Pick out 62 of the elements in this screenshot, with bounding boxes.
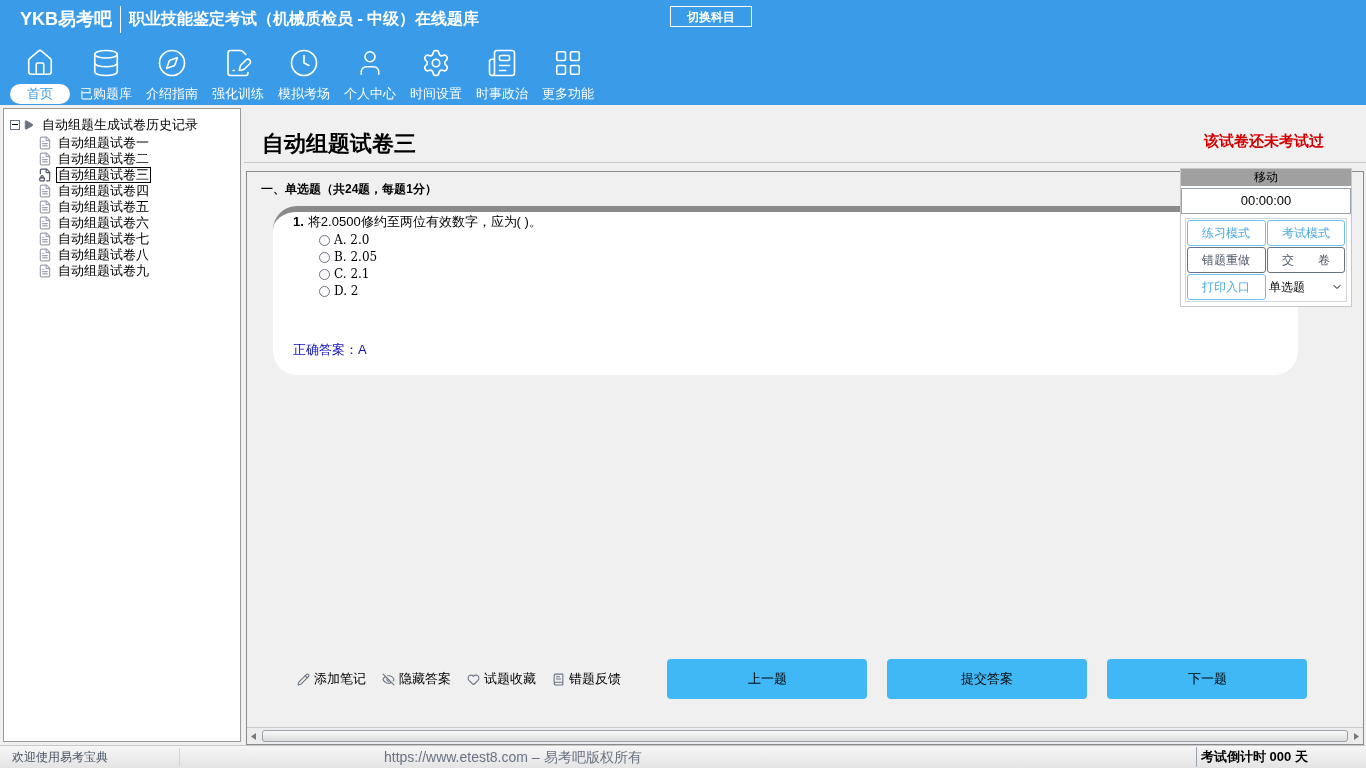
section-heading: 一、单选题（共24题，每题1分） [261,181,439,198]
tree-item[interactable]: 自动组题试卷三 [56,166,151,183]
eye-off-icon [382,672,395,686]
clock-icon [289,48,319,78]
question-text: 将2.0500修约至两位有效数字，应为( )。 [307,213,542,231]
option-label: A. 2.0 [334,232,370,249]
copyright-text: https://www.etest8.com – 易考吧版权所有 [384,747,642,767]
option-label: D. 2 [334,283,359,300]
question-number: 1. [293,213,304,231]
paper-title: 自动组题试卷三 [262,130,416,158]
file-icon [38,215,52,230]
tool-link[interactable]: 试题收藏 [467,669,536,689]
file-icon [38,167,52,182]
action-button[interactable]: 下一题 [1107,659,1307,699]
pencil-icon [297,672,310,686]
panel-drag-bar[interactable]: 移动 [1181,169,1351,186]
heart-icon [467,672,480,686]
file-icon [38,199,52,214]
tree-item[interactable]: 自动组题试卷七 [56,230,151,247]
panel-button[interactable]: 错题重做 [1187,247,1266,273]
tree-item[interactable]: 自动组题试卷六 [56,214,151,231]
tree-item[interactable]: 自动组题试卷一 [56,134,151,151]
tree-root-label[interactable]: 自动组题生成试卷历史记录 [42,115,198,135]
scroll-left-icon[interactable] [251,732,256,740]
home-icon [25,48,55,78]
compass-icon [157,48,187,78]
panel-button[interactable]: 交 卷 [1266,247,1345,273]
file-icon [38,183,52,198]
tool-link[interactable]: 错题反馈 [552,669,621,689]
tree-item[interactable]: 自动组题试卷五 [56,198,151,215]
tool-link[interactable]: 隐藏答案 [382,669,451,689]
tree-item[interactable]: 自动组题试卷二 [56,150,151,167]
timer-display: 00:00:00 [1181,188,1351,214]
welcome-text: 欢迎使用易考宝典 [0,748,180,766]
file-icon [38,135,52,150]
scroll-right-icon[interactable] [1354,732,1359,740]
question-type-dropdown[interactable]: 单选题 [1266,274,1345,300]
logo: YKB易考吧 [20,5,121,33]
answer-label: 正确答案： [293,340,358,359]
tree-item[interactable]: 自动组题试卷九 [56,262,151,279]
option-label: C. 2.1 [334,266,370,283]
database-icon [91,48,121,78]
horizontal-scrollbar[interactable] [247,727,1363,744]
file-icon [38,263,52,278]
newspaper-icon [487,48,517,78]
tree-item[interactable]: 自动组题试卷四 [56,182,151,199]
collapse-toggle[interactable] [10,119,20,130]
exam-status: 该试卷还未考试过 [1204,130,1324,151]
tool-link[interactable]: 添加笔记 [297,669,366,689]
book-icon [552,672,565,686]
answer-value: A [358,340,367,359]
tree-item[interactable]: 自动组题试卷八 [56,246,151,263]
grid-icon [553,48,583,78]
file-icon [38,247,52,262]
action-button[interactable]: 提交答案 [887,659,1087,699]
option-label: B. 2.05 [334,249,378,266]
action-button[interactable]: 上一题 [667,659,867,699]
settings-icon [421,48,451,78]
file-icon [38,231,52,246]
exam-countdown: 考试倒计时 000 天 [1196,747,1366,767]
app-title: 职业技能鉴定考试（机械质检员 - 中级）在线题库 [128,9,480,29]
file-icon [38,151,52,166]
